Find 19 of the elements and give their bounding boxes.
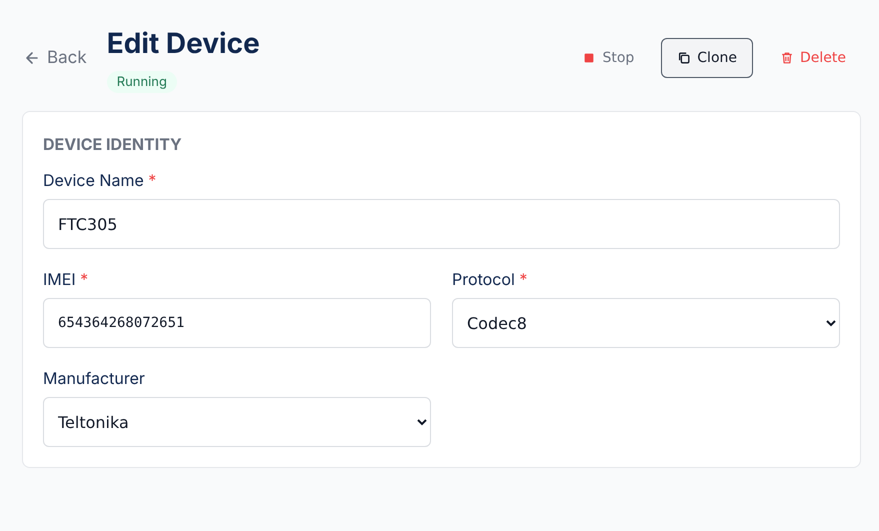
delete-button[interactable]: Delete bbox=[765, 38, 861, 78]
trash-icon bbox=[780, 51, 794, 65]
clone-button[interactable]: Clone bbox=[661, 38, 753, 78]
back-link[interactable]: Back bbox=[24, 48, 87, 68]
status-badge: Running bbox=[106, 71, 177, 93]
input-field[interactable]: 654364268072651 bbox=[43, 298, 431, 348]
stop-icon bbox=[582, 51, 596, 65]
stop-button[interactable]: Stop bbox=[567, 38, 650, 78]
dropdown-field[interactable]: Teltonika bbox=[43, 397, 431, 447]
section-title: DEVICE IDENTITY bbox=[43, 134, 183, 154]
field-label: Protocol * bbox=[452, 269, 528, 289]
copy-icon bbox=[677, 51, 692, 65]
field-label: Device Name * bbox=[43, 170, 158, 190]
page-title: Edit Device bbox=[106, 25, 260, 62]
input-field[interactable]: FTC305 bbox=[43, 199, 840, 249]
field-label: Manufacturer bbox=[43, 368, 146, 388]
arrow-left-icon bbox=[24, 50, 40, 66]
field-label: IMEI * bbox=[43, 269, 90, 289]
dropdown-field[interactable]: Codec8 bbox=[452, 298, 840, 348]
